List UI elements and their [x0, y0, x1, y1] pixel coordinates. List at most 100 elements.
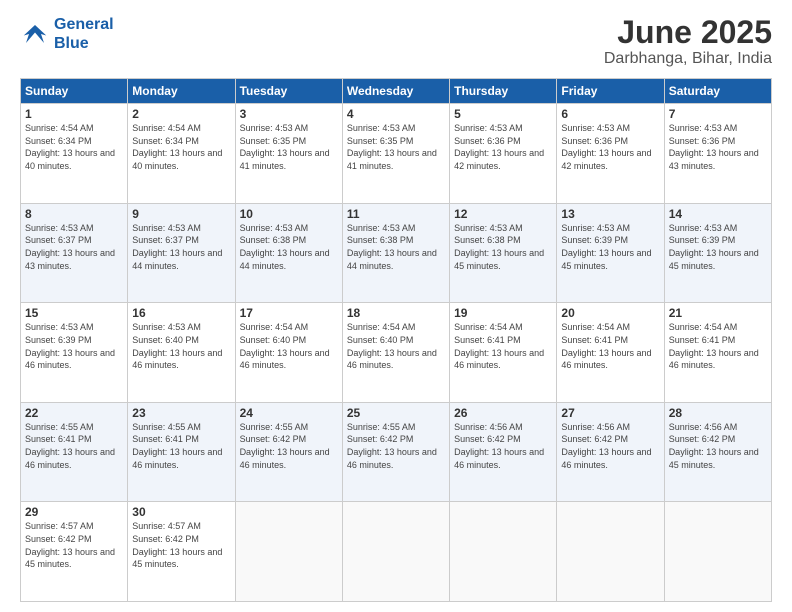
day-info: Sunrise: 4:54 AMSunset: 6:40 PMDaylight:… [240, 321, 338, 371]
day-number: 27 [561, 406, 659, 420]
table-row: 24Sunrise: 4:55 AMSunset: 6:42 PMDayligh… [235, 402, 342, 502]
day-number: 2 [132, 107, 230, 121]
table-row: 10Sunrise: 4:53 AMSunset: 6:38 PMDayligh… [235, 203, 342, 303]
logo-text: General Blue [54, 15, 114, 53]
table-row: 20Sunrise: 4:54 AMSunset: 6:41 PMDayligh… [557, 303, 664, 403]
table-row: 3Sunrise: 4:53 AMSunset: 6:35 PMDaylight… [235, 104, 342, 204]
day-info: Sunrise: 4:53 AMSunset: 6:37 PMDaylight:… [132, 222, 230, 272]
location-title: Darbhanga, Bihar, India [604, 50, 772, 68]
day-number: 16 [132, 306, 230, 320]
calendar-week-row: 15Sunrise: 4:53 AMSunset: 6:39 PMDayligh… [21, 303, 772, 403]
day-info: Sunrise: 4:53 AMSunset: 6:39 PMDaylight:… [561, 222, 659, 272]
day-number: 8 [25, 207, 123, 221]
day-number: 26 [454, 406, 552, 420]
day-number: 25 [347, 406, 445, 420]
calendar-week-row: 1Sunrise: 4:54 AMSunset: 6:34 PMDaylight… [21, 104, 772, 204]
table-row: 12Sunrise: 4:53 AMSunset: 6:38 PMDayligh… [450, 203, 557, 303]
day-info: Sunrise: 4:57 AMSunset: 6:42 PMDaylight:… [132, 520, 230, 570]
day-number: 15 [25, 306, 123, 320]
day-number: 1 [25, 107, 123, 121]
day-number: 29 [25, 505, 123, 519]
table-row: 28Sunrise: 4:56 AMSunset: 6:42 PMDayligh… [664, 402, 771, 502]
day-info: Sunrise: 4:57 AMSunset: 6:42 PMDaylight:… [25, 520, 123, 570]
day-number: 11 [347, 207, 445, 221]
day-number: 30 [132, 505, 230, 519]
day-info: Sunrise: 4:54 AMSunset: 6:41 PMDaylight:… [454, 321, 552, 371]
header-saturday: Saturday [664, 79, 771, 104]
day-info: Sunrise: 4:54 AMSunset: 6:41 PMDaylight:… [561, 321, 659, 371]
table-row [664, 502, 771, 602]
day-number: 23 [132, 406, 230, 420]
table-row: 5Sunrise: 4:53 AMSunset: 6:36 PMDaylight… [450, 104, 557, 204]
day-info: Sunrise: 4:53 AMSunset: 6:39 PMDaylight:… [669, 222, 767, 272]
day-info: Sunrise: 4:55 AMSunset: 6:42 PMDaylight:… [240, 421, 338, 471]
day-info: Sunrise: 4:53 AMSunset: 6:35 PMDaylight:… [240, 122, 338, 172]
calendar-table: Sunday Monday Tuesday Wednesday Thursday… [20, 78, 772, 602]
day-info: Sunrise: 4:54 AMSunset: 6:40 PMDaylight:… [347, 321, 445, 371]
header-monday: Monday [128, 79, 235, 104]
day-number: 17 [240, 306, 338, 320]
header-sunday: Sunday [21, 79, 128, 104]
day-info: Sunrise: 4:55 AMSunset: 6:41 PMDaylight:… [132, 421, 230, 471]
table-row: 21Sunrise: 4:54 AMSunset: 6:41 PMDayligh… [664, 303, 771, 403]
calendar-header-row: Sunday Monday Tuesday Wednesday Thursday… [21, 79, 772, 104]
day-info: Sunrise: 4:53 AMSunset: 6:35 PMDaylight:… [347, 122, 445, 172]
day-info: Sunrise: 4:53 AMSunset: 6:36 PMDaylight:… [561, 122, 659, 172]
day-number: 22 [25, 406, 123, 420]
day-info: Sunrise: 4:56 AMSunset: 6:42 PMDaylight:… [669, 421, 767, 471]
calendar-week-row: 8Sunrise: 4:53 AMSunset: 6:37 PMDaylight… [21, 203, 772, 303]
logo-icon [20, 19, 50, 49]
table-row: 18Sunrise: 4:54 AMSunset: 6:40 PMDayligh… [342, 303, 449, 403]
page: General Blue June 2025 Darbhanga, Bihar,… [0, 0, 792, 612]
day-info: Sunrise: 4:54 AMSunset: 6:34 PMDaylight:… [132, 122, 230, 172]
day-number: 28 [669, 406, 767, 420]
day-number: 21 [669, 306, 767, 320]
table-row: 29Sunrise: 4:57 AMSunset: 6:42 PMDayligh… [21, 502, 128, 602]
table-row: 22Sunrise: 4:55 AMSunset: 6:41 PMDayligh… [21, 402, 128, 502]
day-info: Sunrise: 4:55 AMSunset: 6:41 PMDaylight:… [25, 421, 123, 471]
day-info: Sunrise: 4:53 AMSunset: 6:37 PMDaylight:… [25, 222, 123, 272]
day-info: Sunrise: 4:55 AMSunset: 6:42 PMDaylight:… [347, 421, 445, 471]
day-number: 3 [240, 107, 338, 121]
table-row: 26Sunrise: 4:56 AMSunset: 6:42 PMDayligh… [450, 402, 557, 502]
day-number: 6 [561, 107, 659, 121]
day-info: Sunrise: 4:53 AMSunset: 6:38 PMDaylight:… [347, 222, 445, 272]
day-info: Sunrise: 4:53 AMSunset: 6:39 PMDaylight:… [25, 321, 123, 371]
header-tuesday: Tuesday [235, 79, 342, 104]
day-info: Sunrise: 4:54 AMSunset: 6:34 PMDaylight:… [25, 122, 123, 172]
table-row: 8Sunrise: 4:53 AMSunset: 6:37 PMDaylight… [21, 203, 128, 303]
header-thursday: Thursday [450, 79, 557, 104]
table-row [450, 502, 557, 602]
calendar-week-row: 22Sunrise: 4:55 AMSunset: 6:41 PMDayligh… [21, 402, 772, 502]
day-number: 12 [454, 207, 552, 221]
logo: General Blue [20, 15, 114, 53]
logo-line2: Blue [54, 35, 89, 52]
header-friday: Friday [557, 79, 664, 104]
table-row: 19Sunrise: 4:54 AMSunset: 6:41 PMDayligh… [450, 303, 557, 403]
day-info: Sunrise: 4:53 AMSunset: 6:36 PMDaylight:… [454, 122, 552, 172]
day-number: 7 [669, 107, 767, 121]
day-number: 14 [669, 207, 767, 221]
day-info: Sunrise: 4:53 AMSunset: 6:36 PMDaylight:… [669, 122, 767, 172]
table-row: 9Sunrise: 4:53 AMSunset: 6:37 PMDaylight… [128, 203, 235, 303]
table-row: 6Sunrise: 4:53 AMSunset: 6:36 PMDaylight… [557, 104, 664, 204]
table-row: 25Sunrise: 4:55 AMSunset: 6:42 PMDayligh… [342, 402, 449, 502]
table-row: 17Sunrise: 4:54 AMSunset: 6:40 PMDayligh… [235, 303, 342, 403]
day-number: 5 [454, 107, 552, 121]
table-row: 1Sunrise: 4:54 AMSunset: 6:34 PMDaylight… [21, 104, 128, 204]
header: General Blue June 2025 Darbhanga, Bihar,… [20, 15, 772, 68]
header-wednesday: Wednesday [342, 79, 449, 104]
day-number: 24 [240, 406, 338, 420]
day-number: 20 [561, 306, 659, 320]
table-row: 14Sunrise: 4:53 AMSunset: 6:39 PMDayligh… [664, 203, 771, 303]
logo-line1: General [54, 16, 114, 33]
table-row: 4Sunrise: 4:53 AMSunset: 6:35 PMDaylight… [342, 104, 449, 204]
table-row [235, 502, 342, 602]
day-info: Sunrise: 4:54 AMSunset: 6:41 PMDaylight:… [669, 321, 767, 371]
table-row: 16Sunrise: 4:53 AMSunset: 6:40 PMDayligh… [128, 303, 235, 403]
day-number: 13 [561, 207, 659, 221]
day-info: Sunrise: 4:53 AMSunset: 6:38 PMDaylight:… [240, 222, 338, 272]
table-row: 13Sunrise: 4:53 AMSunset: 6:39 PMDayligh… [557, 203, 664, 303]
table-row [557, 502, 664, 602]
table-row: 2Sunrise: 4:54 AMSunset: 6:34 PMDaylight… [128, 104, 235, 204]
